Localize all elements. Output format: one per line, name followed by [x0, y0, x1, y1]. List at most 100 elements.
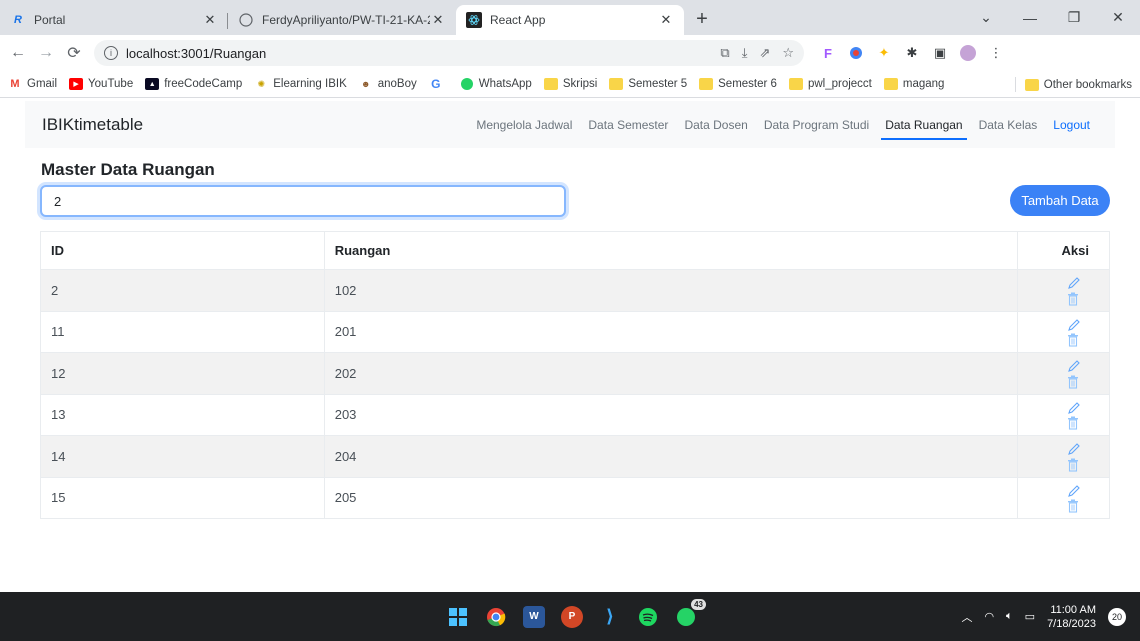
nav-data-program-studi[interactable]: Data Program Studi — [764, 101, 869, 148]
gmail-icon: M — [10, 78, 20, 90]
nav-data-ruangan[interactable]: Data Ruangan — [881, 101, 968, 148]
brand-logo[interactable]: IBIKtimetable — [42, 115, 143, 135]
delete-trash-icon[interactable] — [1067, 458, 1087, 472]
cell-actions — [1017, 352, 1110, 395]
sidepanel-icon[interactable]: ▣ — [932, 45, 948, 61]
volume-icon[interactable]: 🔈︎ — [1006, 610, 1013, 623]
tab-react-app[interactable]: React App ✕ — [456, 5, 684, 35]
tab-portal[interactable]: R Portal ✕ — [0, 5, 228, 35]
cell-actions — [1017, 435, 1110, 478]
delete-trash-icon[interactable] — [1067, 416, 1087, 430]
nav-logout[interactable]: Logout — [1053, 101, 1090, 148]
cell-ruangan: 202 — [323, 352, 1019, 395]
edit-pencil-icon[interactable] — [1067, 359, 1087, 373]
menu-kebab-icon[interactable]: ⋮ — [988, 45, 1004, 61]
forward-arrow-icon[interactable]: → — [34, 41, 58, 65]
chrome-icon[interactable] — [485, 606, 507, 628]
word-icon[interactable]: W — [523, 605, 545, 628]
tab-title: FerdyApriliyanto/PW-TI-21-KA-2 — [262, 13, 430, 27]
bookmark-google[interactable]: G — [429, 77, 448, 91]
new-tab-icon[interactable]: + — [688, 5, 716, 33]
info-icon[interactable]: i — [104, 46, 118, 60]
restore-icon[interactable]: ❐ — [1052, 9, 1096, 26]
delete-trash-icon[interactable] — [1067, 499, 1087, 513]
folder-icon — [1024, 78, 1039, 91]
anoboy-icon: ☻ — [360, 79, 371, 89]
taskbar-apps: W P ⟩ 43 — [447, 592, 706, 641]
close-icon[interactable]: ✕ — [202, 12, 218, 28]
react-favicon-icon — [466, 12, 482, 28]
elearning-icon: ✺ — [257, 78, 265, 89]
bookmark-pwl-projecct[interactable]: pwl_projecct — [788, 78, 872, 90]
delete-trash-icon[interactable] — [1067, 375, 1087, 389]
tab-github[interactable]: FerdyApriliyanto/PW-TI-21-KA-2 ✕ — [228, 5, 456, 35]
minimize-icon[interactable]: — — [1008, 10, 1052, 26]
add-data-button[interactable]: Tambah Data — [1010, 185, 1110, 216]
open-in-icon[interactable]: ⧉ — [720, 45, 729, 61]
reload-icon[interactable]: ⟳ — [62, 41, 86, 65]
edit-pencil-icon[interactable] — [1067, 318, 1087, 332]
back-arrow-icon[interactable]: ← — [6, 41, 30, 65]
bookmark-gmail[interactable]: M Gmail — [8, 78, 57, 90]
delete-trash-icon[interactable] — [1067, 292, 1087, 306]
battery-icon[interactable]: ▭ — [1025, 610, 1035, 623]
bookmark-anoboy[interactable]: ☻ anoBoy — [359, 78, 417, 90]
edit-pencil-icon[interactable] — [1067, 401, 1087, 415]
cell-ruangan: 204 — [323, 435, 1019, 478]
share-icon[interactable]: ⇗ — [759, 45, 770, 61]
system-clock[interactable]: 11:00 AM 7/18/2023 — [1047, 603, 1096, 631]
nav-data-dosen[interactable]: Data Dosen — [684, 101, 747, 148]
bookmark-magang[interactable]: magang — [883, 78, 944, 90]
bookmark-semester-6[interactable]: Semester 6 — [699, 78, 777, 90]
close-icon[interactable]: ✕ — [430, 12, 446, 28]
vscode-icon[interactable]: ⟩ — [599, 606, 621, 628]
close-icon[interactable]: ✕ — [658, 12, 674, 28]
cell-ruangan: 102 — [323, 269, 1019, 312]
tab-title: Portal — [34, 13, 66, 27]
bookmark-other[interactable]: Other bookmarks — [1024, 78, 1132, 91]
windows-start-icon[interactable] — [447, 606, 469, 628]
google-icon: G — [431, 77, 441, 91]
windows-taskbar: W P ⟩ 43 ︿ ◠ 🔈︎ ▭ 11:00 AM 7/18/2023 20 — [0, 592, 1140, 641]
edit-pencil-icon[interactable] — [1067, 484, 1087, 498]
star-icon[interactable]: ☆ — [782, 45, 794, 61]
cell-actions — [1017, 310, 1110, 353]
chevron-down-icon[interactable]: ⌄ — [964, 9, 1008, 26]
folder-icon — [883, 78, 898, 90]
folder-icon — [699, 78, 714, 90]
bookmarks-divider — [1015, 77, 1016, 92]
figma-extension-icon[interactable]: F — [820, 45, 836, 61]
extension-icon[interactable]: ✦ — [876, 45, 892, 61]
freecodecamp-icon: ▲ — [145, 78, 160, 90]
screen-recorder-extension-icon[interactable] — [848, 45, 864, 61]
delete-trash-icon[interactable] — [1067, 333, 1087, 347]
nav-data-semester[interactable]: Data Semester — [588, 101, 668, 148]
address-bar[interactable]: i localhost:3001/Ruangan ⧉ ⤓ ⇗ ☆ — [94, 40, 804, 66]
whatsapp-icon — [460, 78, 474, 90]
nav-mengelola-jadwal[interactable]: Mengelola Jadwal — [476, 101, 572, 148]
chevron-up-icon[interactable]: ︿ — [961, 609, 972, 625]
bookmark-semester-5[interactable]: Semester 5 — [609, 78, 687, 90]
window-controls: ⌄ — ❐ ✕ — [964, 0, 1140, 35]
bookmark-elearning-ibik[interactable]: ✺ Elearning IBIK — [254, 78, 346, 90]
puzzle-extensions-icon[interactable]: ✱ — [904, 45, 920, 61]
search-input[interactable] — [40, 185, 566, 217]
nav-data-kelas[interactable]: Data Kelas — [979, 101, 1038, 148]
close-window-icon[interactable]: ✕ — [1096, 9, 1140, 26]
cell-id: 15 — [40, 476, 325, 519]
edit-pencil-icon[interactable] — [1067, 442, 1087, 456]
bookmark-whatsapp[interactable]: WhatsApp — [460, 78, 532, 90]
folder-icon — [609, 78, 624, 90]
bookmark-youtube[interactable]: ▶ YouTube — [69, 78, 133, 90]
bookmark-freecodecamp[interactable]: ▲ freeCodeCamp — [145, 78, 242, 90]
bookmark-skripsi[interactable]: Skripsi — [543, 78, 597, 90]
url-text: localhost:3001/Ruangan — [126, 45, 267, 61]
wifi-icon[interactable]: ◠ — [984, 610, 994, 623]
spotify-icon[interactable] — [637, 606, 659, 628]
profile-avatar[interactable] — [960, 45, 976, 61]
install-icon[interactable]: ⤓ — [742, 45, 748, 61]
notification-badge[interactable]: 20 — [1108, 607, 1126, 626]
edit-pencil-icon[interactable] — [1067, 276, 1087, 290]
powerpoint-icon[interactable]: P — [561, 605, 583, 628]
whatsapp-icon[interactable]: 43 — [675, 598, 706, 628]
